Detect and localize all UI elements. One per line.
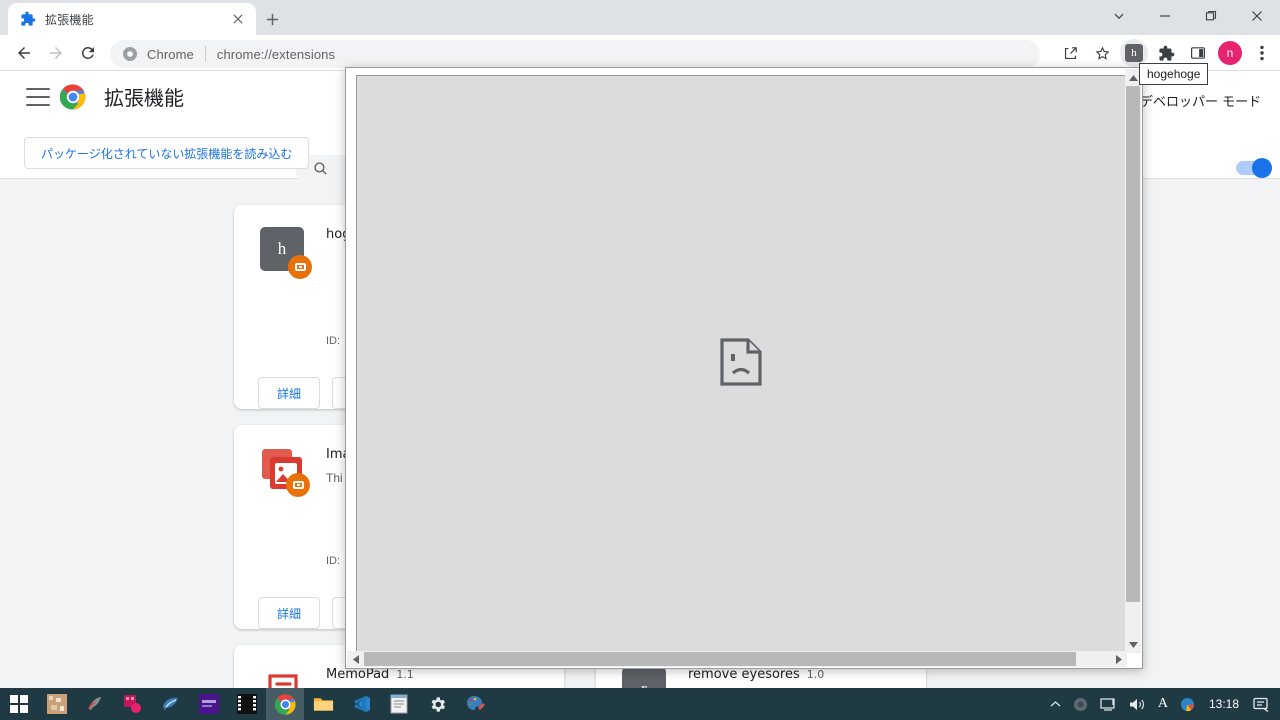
- extension-icon-letter: r: [641, 679, 647, 688]
- colored-circle-icon[interactable]: [1174, 688, 1201, 720]
- extension-icon-letter: h: [1125, 44, 1143, 62]
- extension-popup-window[interactable]: [345, 67, 1143, 669]
- memo-pencil-icon: [260, 667, 312, 688]
- paint-tools-icon[interactable]: [456, 688, 494, 720]
- search-icon: [312, 160, 329, 182]
- arrow-back-icon[interactable]: [10, 39, 38, 67]
- developer-mode-toggle[interactable]: [1236, 158, 1272, 178]
- extension-name: remove eyesores 1.0: [688, 667, 824, 682]
- notification-icon[interactable]: [1247, 688, 1280, 720]
- browser-tab-extensions[interactable]: 拡張機能: [8, 3, 256, 35]
- omnibox-divider: [204, 46, 206, 62]
- broken-page-sad-icon: [720, 337, 762, 391]
- dark-shape-app-icon[interactable]: [76, 688, 114, 720]
- address-bar[interactable]: Chrome chrome://extensions: [110, 40, 1040, 68]
- file-explorer-icon[interactable]: [304, 688, 342, 720]
- ime-label: A: [1157, 696, 1168, 711]
- share-icon[interactable]: [1056, 39, 1084, 67]
- horizontal-scrollbar-thumb[interactable]: [364, 652, 1076, 666]
- window-controls: [1096, 0, 1280, 32]
- windows-taskbar: A 13:18: [0, 688, 1280, 720]
- windows-start-icon[interactable]: [0, 688, 38, 720]
- chevron-down-icon[interactable]: [1096, 0, 1142, 32]
- stacked-images-icon: [260, 447, 312, 499]
- close-icon[interactable]: [228, 9, 248, 29]
- load-unpacked-button[interactable]: パッケージ化されていない拡張機能を読み込む: [24, 137, 310, 169]
- ime-indicator[interactable]: A: [1152, 688, 1174, 720]
- arrow-forward-icon[interactable]: [42, 39, 70, 67]
- details-button[interactable]: 詳細: [258, 597, 320, 629]
- grey-circle-icon[interactable]: [1067, 688, 1094, 720]
- extension-description: Thi: [326, 471, 343, 485]
- details-button[interactable]: 詳細: [258, 377, 320, 409]
- extension-version: 1.1: [396, 668, 414, 681]
- popup-content-area: [356, 75, 1126, 653]
- toggle-knob: [1252, 158, 1272, 178]
- vertical-scrollbar-thumb[interactable]: [1126, 86, 1140, 602]
- omnibox-url: chrome://extensions: [216, 46, 336, 62]
- taskbar-clock[interactable]: 13:18: [1201, 697, 1247, 711]
- extension-version: 1.0: [806, 668, 825, 681]
- purple-app-icon[interactable]: [190, 688, 228, 720]
- gear-settings-icon[interactable]: [418, 688, 456, 720]
- letter-r-icon: r: [622, 667, 674, 688]
- tab-strip: 拡張機能: [0, 0, 1280, 35]
- chrome-logo-icon: [122, 46, 138, 62]
- system-tray: A 13:18: [1044, 688, 1280, 720]
- developer-mode-label: デベロッパー モード: [1140, 95, 1262, 110]
- omnibox-scheme-label: Chrome: [147, 46, 194, 62]
- chrome-logo-icon: [59, 84, 86, 110]
- scroll-down-arrow-icon[interactable]: [1125, 636, 1141, 653]
- volume-icon[interactable]: [1123, 688, 1152, 720]
- texture-app-icon[interactable]: [38, 688, 76, 720]
- screen: 拡張機能 Chrome chrome://extensions h n 拡張機能…: [0, 0, 1280, 720]
- minimize-button[interactable]: [1142, 0, 1188, 32]
- chevron-up-icon[interactable]: [1044, 688, 1067, 720]
- extension-icon-letter: h: [277, 239, 287, 258]
- blue-bird-app-icon[interactable]: [152, 688, 190, 720]
- extension-name-text: MemoPad: [326, 667, 390, 682]
- extension-name: MemoPad 1.1: [326, 667, 414, 682]
- letter-h-icon: h: [260, 227, 312, 279]
- hamburger-menu-icon[interactable]: [26, 88, 50, 106]
- avatar[interactable]: n: [1216, 39, 1244, 67]
- unpacked-badge-icon: [288, 255, 312, 279]
- taskbar-item-chrome[interactable]: [266, 688, 304, 720]
- scroll-left-arrow-icon[interactable]: [347, 651, 364, 667]
- reload-icon[interactable]: [74, 39, 102, 67]
- avatar-initial: n: [1218, 41, 1242, 65]
- close-window-button[interactable]: [1234, 0, 1280, 32]
- browser-toolbar: Chrome chrome://extensions h n: [0, 35, 1280, 71]
- vscode-icon[interactable]: [342, 688, 380, 720]
- scroll-right-arrow-icon[interactable]: [1110, 651, 1127, 667]
- star-icon[interactable]: [1088, 39, 1116, 67]
- new-tab-button[interactable]: [258, 5, 286, 33]
- tab-title: 拡張機能: [45, 12, 94, 27]
- extension-id-label: ID:: [326, 555, 341, 567]
- notepad-icon[interactable]: [380, 688, 418, 720]
- filmstrip-app-icon[interactable]: [228, 688, 266, 720]
- puzzle-piece-icon: [20, 11, 36, 27]
- extension-id-label: ID:: [326, 335, 341, 347]
- extension-tooltip: hogehoge: [1139, 63, 1209, 85]
- maximize-button[interactable]: [1188, 0, 1234, 32]
- three-dot-menu-icon[interactable]: [1248, 39, 1276, 67]
- popup-vertical-scrollbar[interactable]: [1125, 69, 1141, 653]
- unpacked-badge-icon: [286, 473, 310, 497]
- popup-horizontal-scrollbar[interactable]: [347, 651, 1127, 667]
- pink-app-icon[interactable]: [114, 688, 152, 720]
- extension-name-text: remove eyesores: [688, 667, 800, 682]
- network-display-icon[interactable]: [1094, 688, 1123, 720]
- page-title: 拡張機能: [104, 86, 184, 110]
